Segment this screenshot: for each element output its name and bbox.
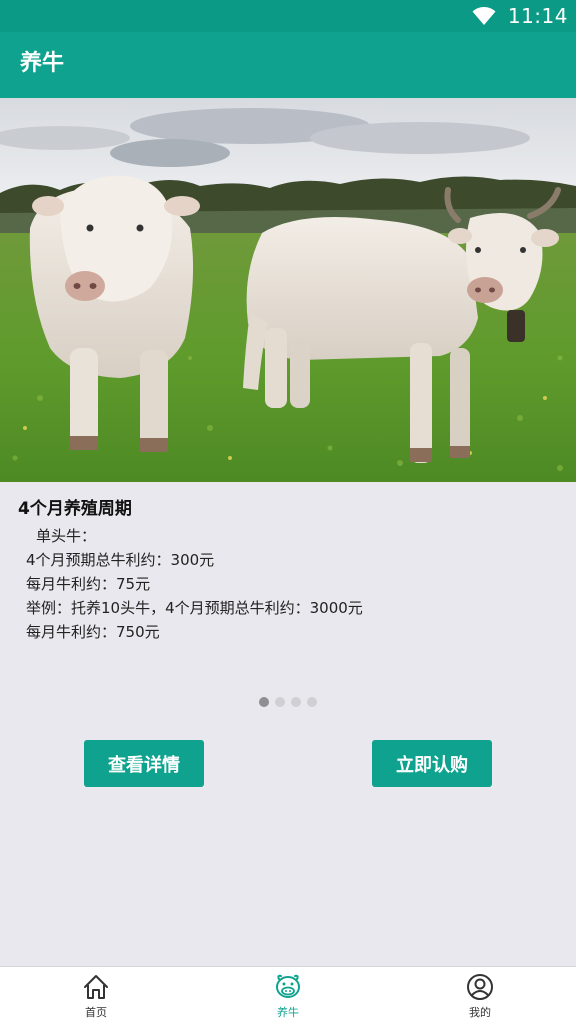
wifi-icon <box>472 7 496 25</box>
page-dot[interactable] <box>275 697 285 707</box>
info-line: 每月牛利约：750元 <box>26 623 160 641</box>
hero-image[interactable] <box>0 98 576 482</box>
page-dot-active[interactable] <box>259 697 269 707</box>
tab-cattle[interactable]: 养牛 <box>248 967 328 1024</box>
info-line: 每月牛利约：75元 <box>26 575 151 593</box>
user-icon <box>467 974 493 1000</box>
tab-label: 我的 <box>469 1006 491 1019</box>
cow-icon <box>276 974 300 998</box>
info-line: 举例：托养10头牛，4个月预期总牛利约：3000元 <box>26 599 363 617</box>
view-details-button[interactable]: 查看详情 <box>84 740 204 787</box>
app-bar: 养牛 <box>0 32 576 98</box>
tab-home[interactable]: 首页 <box>56 967 136 1024</box>
info-line: 4个月预期总牛利约：300元 <box>26 551 215 569</box>
page-title: 养牛 <box>20 51 65 76</box>
plan-heading: 4个月养殖周期 <box>18 499 132 519</box>
tab-mine[interactable]: 我的 <box>440 967 520 1024</box>
page-indicator <box>259 697 317 707</box>
status-time: 11:14 <box>507 4 568 28</box>
tab-label: 养牛 <box>277 1006 299 1019</box>
info-line: 单头牛： <box>36 527 97 545</box>
bottom-tab-bar: 首页 养牛 我的 <box>0 966 576 1024</box>
status-bar: 11:14 <box>0 0 576 32</box>
cows-illustration <box>0 98 576 482</box>
home-icon <box>84 975 108 999</box>
page-dot[interactable] <box>291 697 301 707</box>
page-dot[interactable] <box>307 697 317 707</box>
tab-label: 首页 <box>85 1006 107 1019</box>
subscribe-now-button[interactable]: 立即认购 <box>372 740 492 787</box>
